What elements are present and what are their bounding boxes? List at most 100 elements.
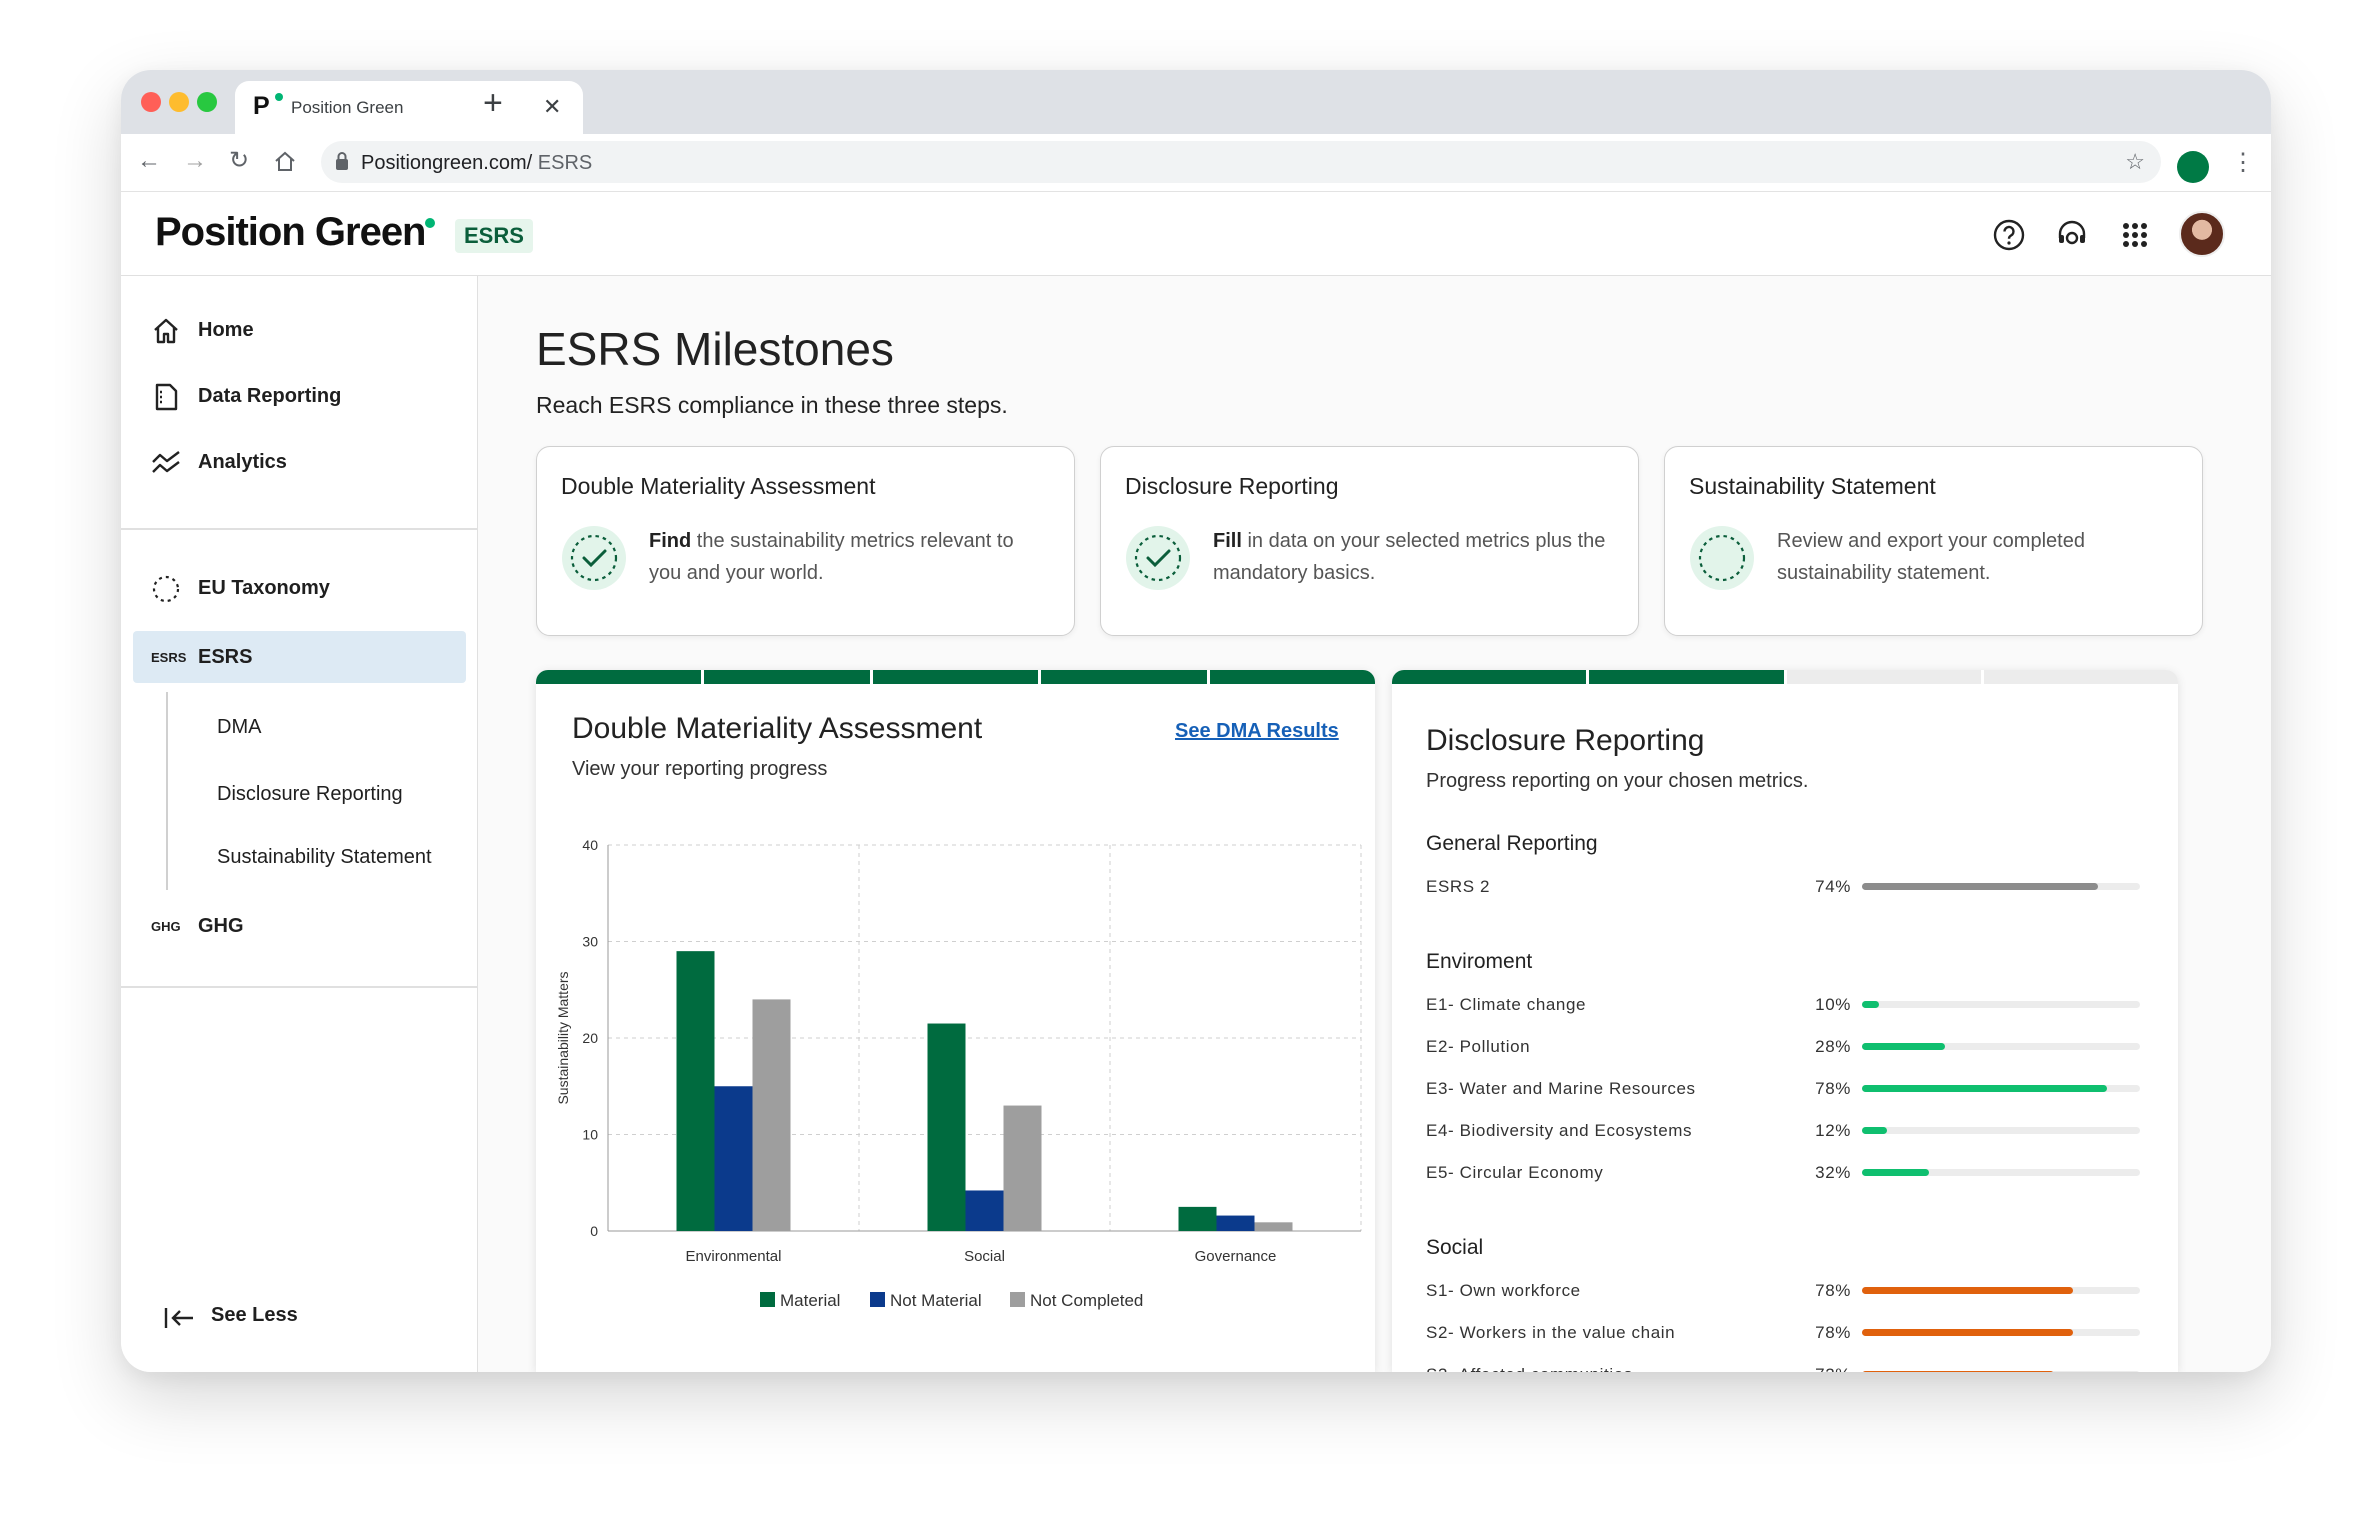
dr-metric-label: S1- Own workforce (1426, 1281, 1581, 1300)
pending-circle-icon (1690, 526, 1754, 590)
dr-metric-row[interactable]: E2- Pollution 28% (1426, 1032, 2140, 1062)
chart-bar (752, 999, 791, 1231)
sidebar-subitem-sustainability-statement[interactable]: Sustainability Statement (217, 846, 432, 869)
milestone-card-statement[interactable]: Sustainability Statement Review and expo… (1664, 446, 2203, 636)
maximize-window-button[interactable] (197, 92, 217, 112)
dma-panel: Double Materiality Assessment View your … (536, 670, 1375, 1372)
legend-label: Material (780, 1291, 840, 1310)
x-tick-label: Environmental (686, 1248, 782, 1265)
dr-metric-row[interactable]: E1- Climate change 10% (1426, 990, 2140, 1020)
close-tab-icon[interactable]: ✕ (543, 94, 561, 120)
dr-metric-row[interactable]: ESRS 2 74% (1426, 872, 2140, 902)
brand-logo[interactable]: Position Green (155, 210, 426, 255)
see-dma-results-link[interactable]: See DMA Results (1175, 720, 1339, 743)
sidebar-subitem-dma[interactable]: DMA (217, 716, 261, 739)
see-less-label: See Less (211, 1304, 298, 1326)
chart-bar (1003, 1105, 1042, 1231)
dr-progress-track (1862, 1043, 2140, 1050)
dr-metric-row[interactable]: S1- Own workforce 78% (1426, 1276, 2140, 1306)
module-badge: ESRS (455, 219, 533, 253)
milestone-text: Find the sustainability metrics relevant… (649, 525, 1049, 589)
favicon-dot-icon (275, 93, 283, 101)
sidebar-divider (121, 986, 477, 988)
address-bar[interactable]: Positiongreen.com/ ESRS ☆ (321, 141, 2161, 183)
legend-label: Not Material (890, 1291, 982, 1310)
sidebar-item-analytics[interactable]: Analytics (121, 436, 478, 488)
help-icon[interactable] (1992, 218, 2026, 252)
dr-progress-track (1862, 1329, 2140, 1336)
dr-metric-percent: 32% (1815, 1163, 1851, 1182)
lock-icon (336, 152, 348, 170)
legend-swatch (870, 1292, 885, 1307)
dr-group-title: General Reporting (1426, 832, 1598, 855)
dr-progress-track (1862, 1001, 2140, 1008)
support-headset-icon[interactable] (2055, 218, 2089, 252)
dr-metric-percent: 72% (1801, 1365, 1851, 1372)
y-tick-label: 40 (582, 837, 598, 853)
milestone-description: in data on your selected metrics plus th… (1213, 530, 1606, 584)
see-less-button[interactable]: See Less (163, 1298, 363, 1338)
reload-icon[interactable]: ↻ (229, 146, 249, 176)
close-window-button[interactable] (141, 92, 161, 112)
dr-metric-row[interactable]: S3- Affected communities 72% (1426, 1360, 2140, 1372)
y-tick-label: 20 (582, 1030, 598, 1046)
dr-group-title: Social (1426, 1236, 1484, 1259)
dr-metric-row[interactable]: E5- Circular Economy 32% (1426, 1158, 2140, 1188)
milestone-bold: Fill (1213, 530, 1242, 552)
sidebar-item-eu-taxonomy[interactable]: EU Taxonomy (121, 562, 478, 614)
dr-metric-percent: 10% (1815, 995, 1851, 1014)
dr-metric-row[interactable]: E3- Water and Marine Resources 78% (1426, 1074, 2140, 1104)
milestone-text: Fill in data on your selected metrics pl… (1213, 525, 1613, 589)
dma-bar-chart: 0 10 20 30 40 Sustainability Matters Environme… (555, 837, 1362, 1310)
bookmark-star-icon[interactable]: ☆ (2125, 149, 2145, 175)
check-circle-icon (1126, 526, 1190, 590)
y-axis-label: Sustainability Matters (555, 971, 571, 1104)
chart-bar (1254, 1222, 1293, 1231)
sidebar-item-home[interactable]: Home (121, 304, 478, 356)
progress-segment (1209, 670, 1375, 684)
browser-profile-icon[interactable] (2177, 151, 2209, 183)
milestone-text: Review and export your completed sustain… (1777, 525, 2177, 589)
ghg-tag: GHG (151, 919, 181, 934)
browser-tab[interactable]: P Position Green ✕ (235, 81, 583, 134)
milestone-description: Review and export your completed sustain… (1777, 530, 2085, 584)
minimize-window-button[interactable] (169, 92, 189, 112)
dr-progress-fill (1862, 1085, 2107, 1092)
sidebar-item-esrs[interactable]: ESRS ESRS (121, 631, 478, 683)
url-text: Positiongreen.com/ ESRS (361, 152, 592, 175)
dr-metric-percent: 28% (1815, 1037, 1851, 1056)
milestone-title: Double Materiality Assessment (561, 473, 876, 499)
home-icon (154, 318, 178, 344)
sidebar-item-ghg[interactable]: GHG GHG (121, 900, 478, 952)
dr-progress-fill (1862, 1127, 1888, 1134)
browser-toolbar: ← → ↻ Positiongreen.com/ ESRS ☆ ⋮ (121, 134, 2271, 192)
browser-menu-icon[interactable]: ⋮ (2231, 150, 2255, 176)
apps-grid-icon[interactable] (2118, 218, 2152, 252)
chart-bar (927, 1023, 966, 1231)
page-subtitle: Reach ESRS compliance in these three ste… (536, 392, 1008, 418)
sidebar-subitem-disclosure-reporting[interactable]: Disclosure Reporting (217, 783, 403, 806)
back-icon[interactable]: ← (137, 146, 161, 176)
milestone-card-disclosure[interactable]: Disclosure Reporting Fill in data on you… (1100, 446, 1639, 636)
milestone-title: Sustainability Statement (1689, 473, 1936, 499)
sidebar-divider (121, 528, 477, 530)
home-browser-icon[interactable] (273, 150, 297, 174)
dr-progress-fill (1862, 883, 2099, 890)
dr-metric-row[interactable]: S2- Workers in the value chain 78% (1426, 1318, 2140, 1348)
sidebar-item-data-reporting[interactable]: Data Reporting (121, 370, 478, 422)
user-avatar[interactable] (2179, 211, 2225, 257)
browser-tab-strip: P Position Green ✕ + (121, 70, 2271, 134)
subtree-line (166, 692, 168, 890)
new-tab-icon[interactable]: + (483, 86, 503, 120)
legend-swatch (1010, 1292, 1025, 1307)
dr-group-title: Enviroment (1426, 950, 1533, 973)
y-tick-label: 10 (582, 1127, 598, 1143)
dr-metric-percent: 78% (1815, 1323, 1851, 1342)
milestone-card-dma[interactable]: Double Materiality Assessment Find the s… (536, 446, 1075, 636)
dr-panel-subtitle: Progress reporting on your chosen metric… (1426, 770, 1809, 792)
legend-swatch (760, 1292, 775, 1307)
forward-icon[interactable]: → (183, 146, 207, 176)
browser-window: P Position Green ✕ + ← → ↻ Positiongreen… (121, 70, 2271, 1372)
progress-segment (1786, 670, 1981, 684)
dr-metric-row[interactable]: E4- Biodiversity and Ecosystems 12% (1426, 1116, 2140, 1146)
